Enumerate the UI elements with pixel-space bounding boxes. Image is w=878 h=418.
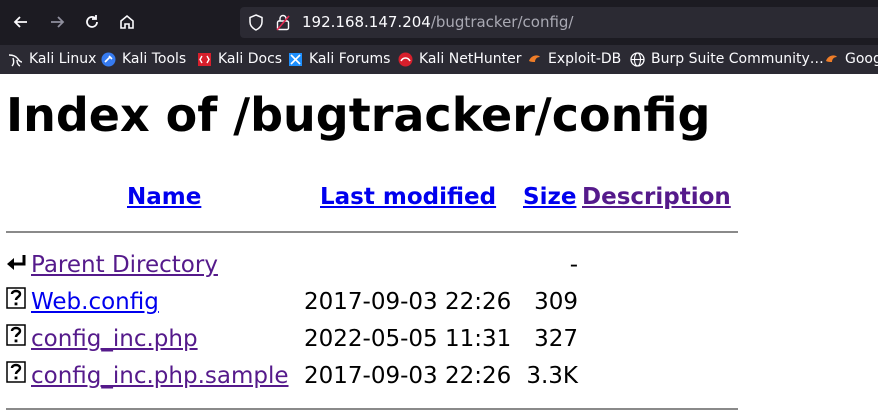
bookmark-label: Kali NetHunter xyxy=(419,51,522,67)
url-text[interactable]: 192.168.147.204/bugtracker/config/ xyxy=(302,7,573,38)
reload-icon xyxy=(86,15,98,28)
back-button[interactable] xyxy=(8,9,34,35)
page-title: Index of /bugtracker/config xyxy=(6,88,711,142)
url-host: 192.168.147.204 xyxy=(302,13,431,31)
bookmark-label: Burp Suite Community… xyxy=(651,51,824,67)
kali-dragon-icon xyxy=(8,54,23,67)
shield-icon[interactable] xyxy=(248,14,264,31)
bookmark-label: Kali Tools xyxy=(122,51,187,67)
bookmark-label: Exploit-DB xyxy=(548,51,622,67)
forward-button[interactable] xyxy=(44,9,70,35)
file-link-web-config[interactable]: Web.config xyxy=(31,289,159,315)
sort-by-name-link[interactable]: Name xyxy=(127,184,201,210)
bookmark-label: Kali Forums xyxy=(309,51,391,67)
url-path: /bugtracker/config/ xyxy=(430,13,574,31)
kali-nethunter-icon xyxy=(398,52,413,67)
row-date: 2017-09-03 22:26 xyxy=(304,289,512,315)
header-divider xyxy=(6,231,738,233)
unknown-file-icon xyxy=(6,361,26,383)
kali-docs-icon xyxy=(198,53,211,66)
unknown-file-icon xyxy=(6,287,26,309)
back-arrow-icon xyxy=(7,255,26,270)
back-arrow-icon xyxy=(13,16,27,28)
row-size: 327 xyxy=(534,326,578,352)
row-size: - xyxy=(569,252,578,278)
page-content: Index of /bugtracker/config Name Last mo… xyxy=(0,74,878,418)
file-link-config-inc-php[interactable]: config_inc.php xyxy=(31,326,198,352)
browser-toolbar: 192.168.147.204/bugtracker/config/ xyxy=(0,0,878,45)
google-icon xyxy=(826,55,837,62)
exploit-db-icon xyxy=(529,55,540,62)
kali-forums-icon xyxy=(289,53,302,66)
insecure-lock-icon[interactable] xyxy=(276,14,290,31)
row-size: 309 xyxy=(534,289,578,315)
address-bar[interactable]: 192.168.147.204/bugtracker/config/ xyxy=(240,7,878,38)
bookmark-label: Goog xyxy=(845,51,878,67)
reload-button[interactable] xyxy=(79,9,105,35)
row-date: 2017-09-03 22:26 xyxy=(304,363,512,389)
bookmark-label: Kali Docs xyxy=(218,51,283,67)
file-link-config-inc-php-sample[interactable]: config_inc.php.sample xyxy=(31,363,289,389)
bookmark-label: Kali Linux xyxy=(29,51,97,67)
sort-by-size-link[interactable]: Size xyxy=(523,184,576,210)
row-size: 3.3K xyxy=(526,363,578,389)
bookmarks-toolbar: Kali Linux Kali Tools Kali Docs Kali For… xyxy=(0,45,878,74)
row-date: 2022-05-05 11:31 xyxy=(304,326,512,352)
kali-tools-icon xyxy=(101,52,116,67)
home-icon xyxy=(120,14,134,29)
footer-divider xyxy=(6,408,738,410)
unknown-file-icon xyxy=(6,324,26,346)
parent-directory-link[interactable]: Parent Directory xyxy=(31,252,218,278)
sort-by-last-modified-link[interactable]: Last modified xyxy=(320,184,496,210)
home-button[interactable] xyxy=(114,9,140,35)
sort-by-description-link[interactable]: Description xyxy=(582,184,731,210)
forward-arrow-icon xyxy=(51,16,65,28)
globe-icon xyxy=(630,52,645,67)
